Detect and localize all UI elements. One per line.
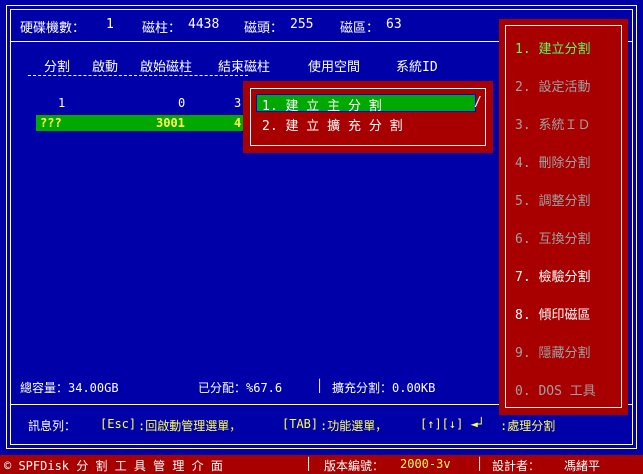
row-start: 0 — [178, 96, 186, 110]
key-esc: [Esc] — [100, 417, 137, 431]
row-partition: ??? — [40, 116, 62, 130]
menu-item-verify-partition[interactable]: 7. 檢驗分割 — [515, 266, 590, 285]
popup-item-create-primary[interactable]: 1. 建 立 主 分 割 — [262, 95, 382, 114]
sector-value: 63 — [386, 17, 402, 32]
menu-item-hide-partition[interactable]: 9. 隱藏分割 — [515, 342, 590, 361]
col-boot: 啟動 — [92, 60, 119, 75]
summary-separator: │ — [316, 379, 324, 393]
cylinder-label: 磁柱： — [142, 21, 182, 36]
designer-value: 馮緒平 — [564, 459, 601, 473]
key-arrows-enter: [↑][↓] ◄┘ — [420, 417, 486, 431]
popup-item-create-extended[interactable]: 2. 建 立 擴 充 分 割 — [262, 115, 403, 134]
menu-item-create-partition[interactable]: 1. 建立分割 — [515, 38, 590, 57]
footer-separator: │ — [305, 457, 313, 471]
col-used-space: 使用空間 — [308, 60, 361, 75]
col-system-id: 系統ID — [396, 60, 438, 75]
key-tab: [TAB] — [282, 417, 319, 431]
menu-item-resize-partition[interactable]: 5. 調整分割 — [515, 190, 590, 209]
allocated-percent: 已分配：%67.6 — [198, 381, 283, 395]
key-esc-desc: :回啟動管理選單， — [138, 419, 242, 433]
menu-item-dump-sector[interactable]: 8. 傾印磁區 — [515, 304, 590, 323]
menu-item-system-id[interactable]: 3. 系統ＩＤ — [515, 114, 590, 133]
footer-separator: │ — [476, 457, 484, 471]
message-label: 訊息列： — [28, 419, 77, 433]
row-start: 3001 — [156, 116, 185, 130]
row-partition: 1 — [58, 96, 66, 110]
key-arrows-desc: :處理分割 — [500, 419, 556, 433]
sector-label: 磁區： — [340, 21, 380, 36]
designer-label: 設計者： — [492, 459, 541, 473]
head-label: 磁頭： — [244, 21, 284, 36]
app-title: © SPFDisk 分 割 工 具 管 理 介 面 — [4, 459, 223, 473]
popup-item-cursor: / — [474, 95, 482, 110]
key-tab-desc: :功能選單， — [320, 419, 388, 433]
disk-count-value: 1 — [106, 17, 114, 32]
version-label: 版本編號： — [324, 459, 385, 473]
row-end: 4 — [234, 116, 242, 130]
col-partition: 分割 — [44, 60, 71, 75]
menu-item-delete-partition[interactable]: 4. 刪除分割 — [515, 152, 590, 171]
menu-item-set-active[interactable]: 2. 設定活動 — [515, 76, 590, 95]
table-row-selected[interactable] — [36, 115, 248, 131]
total-capacity: 總容量：34.00GB — [20, 381, 119, 395]
cylinder-value: 4438 — [188, 17, 220, 32]
table-divider — [28, 75, 248, 76]
menu-item-dos-tools[interactable]: 0. DOS 工具 — [515, 380, 596, 399]
col-end-cylinder: 結束磁柱 — [218, 60, 271, 75]
menu-item-swap-partition[interactable]: 6. 互換分割 — [515, 228, 590, 247]
head-value: 255 — [290, 17, 314, 32]
col-start-cylinder: 啟始磁柱 — [140, 60, 193, 75]
disk-count-label: 硬碟機數： — [20, 21, 86, 36]
extended-partition-size: 擴充分割：0.00KB — [332, 381, 436, 395]
version-value: 2000-3v — [400, 457, 451, 471]
row-end: 3 — [234, 96, 242, 110]
